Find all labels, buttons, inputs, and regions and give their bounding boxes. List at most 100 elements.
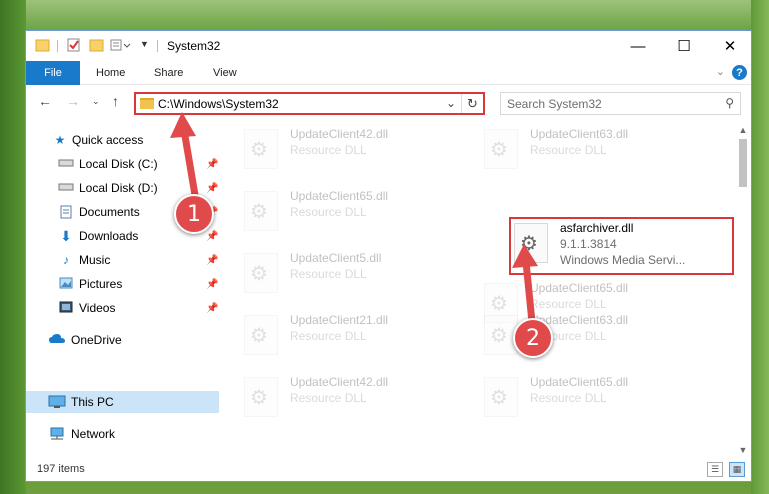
file-name: UpdateClient42.dll [290, 375, 389, 389]
dll-file-icon: ⚙ [244, 191, 278, 231]
pin-icon[interactable]: 📌 [206, 303, 218, 314]
navigation-pane: ★ Quick access Local Disk (C:) 📌 Local D… [26, 123, 219, 457]
file-item-asfarchiver[interactable]: ⚙ asfarchiver.dll 9.1.1.3814 Windows Med… [514, 221, 739, 277]
scroll-up-icon[interactable]: ▲ [735, 123, 751, 137]
file-item[interactable]: ⚙ UpdateClient21.dll Resource DLL [244, 313, 469, 369]
file-type: Resource DLL [290, 205, 367, 219]
file-item[interactable]: ⚙ UpdateClient65.dll Resource DLL [484, 375, 709, 431]
file-type: Resource DLL [290, 391, 367, 405]
file-type: Resource DLL [290, 267, 367, 281]
sidebar-item-music[interactable]: ♪ Music 📌 [26, 249, 219, 271]
file-version: 9.1.1.3814 [560, 237, 617, 251]
scroll-thumb[interactable] [739, 139, 747, 187]
separator [57, 40, 58, 52]
downloads-icon: ⬇ [60, 228, 72, 244]
help-button[interactable]: ? [732, 65, 747, 80]
pin-icon[interactable]: 📌 [206, 255, 218, 266]
file-item[interactable]: ⚙ UpdateClient65.dll Resource DLL [244, 189, 469, 245]
close-button[interactable]: ✕ [707, 31, 753, 61]
ribbon: File Home Share View ⌄ ? [26, 61, 751, 85]
sidebar-item-this-pc[interactable]: This PC [26, 391, 219, 413]
file-name: UpdateClient65.dll [530, 375, 629, 389]
sidebar-item-label: Local Disk (C:) [79, 157, 158, 171]
sidebar-item-network[interactable]: Network [26, 423, 219, 445]
sidebar-item-label: Downloads [79, 229, 139, 243]
navigation-bar: ← → ⌄ ↑ C:\Windows\System32 ⌄ ↻ Search S… [26, 87, 751, 119]
address-path[interactable]: C:\Windows\System32 [158, 97, 279, 111]
sidebar-item-quick-access[interactable]: ★ Quick access [26, 129, 219, 151]
tab-view[interactable]: View [213, 67, 237, 79]
pin-icon[interactable]: 📌 [206, 279, 218, 290]
sidebar-item-label: This PC [71, 395, 114, 409]
status-bar: 197 items ☰ ▦ [26, 459, 751, 481]
sidebar-item-label: Documents [79, 205, 140, 219]
documents-icon [58, 205, 74, 219]
videos-icon [58, 301, 74, 315]
file-item[interactable]: ⚙ UpdateClient5.dll Resource DLL [244, 251, 469, 307]
separator [157, 40, 158, 52]
close-icon: ✕ [723, 38, 737, 55]
search-box[interactable]: Search System32 ⚲ [500, 92, 741, 115]
pin-icon[interactable]: 📌 [206, 159, 218, 170]
sidebar-item-pictures[interactable]: Pictures 📌 [26, 273, 219, 295]
file-type: Resource DLL [530, 297, 607, 311]
tab-share[interactable]: Share [154, 67, 183, 79]
desktop-background-top [0, 0, 769, 30]
folder-icon [35, 38, 51, 52]
desktop-background-left [0, 0, 26, 494]
sidebar-item-label: Music [79, 253, 111, 267]
file-item[interactable]: ⚙ UpdateClient63.dll Resource DLL [484, 127, 709, 183]
sidebar-item-videos[interactable]: Videos 📌 [26, 297, 219, 319]
sidebar-item-label: Network [71, 427, 116, 441]
sidebar-item-local-disk-c[interactable]: Local Disk (C:) 📌 [26, 153, 219, 175]
file-name: UpdateClient65.dll [530, 281, 629, 295]
details-view-icon[interactable]: ☰ [707, 462, 723, 477]
recent-locations-icon[interactable]: ⌄ [92, 96, 100, 107]
file-type: Resource DLL [290, 329, 367, 343]
chevron-down-icon[interactable]: ▼ [140, 39, 149, 49]
scroll-down-icon[interactable]: ▼ [735, 443, 751, 457]
item-count: 197 items [37, 463, 85, 475]
sidebar-item-onedrive[interactable]: OneDrive [26, 329, 219, 351]
search-placeholder[interactable]: Search System32 [507, 97, 602, 111]
address-bar[interactable]: C:\Windows\System32 ⌄ ↻ [134, 92, 485, 115]
pin-icon[interactable]: 📌 [206, 231, 218, 242]
drive-icon [58, 157, 74, 171]
pictures-icon [58, 277, 74, 291]
address-dropdown-icon[interactable]: ⌄ [446, 96, 456, 110]
back-arrow-icon[interactable]: ← [38, 93, 52, 109]
pin-icon[interactable]: 📌 [206, 183, 218, 194]
file-name: UpdateClient42.dll [290, 127, 389, 141]
music-icon: ♪ [63, 253, 69, 267]
expand-ribbon-icon[interactable]: ⌄ [716, 65, 725, 78]
forward-arrow-icon[interactable]: → [66, 93, 80, 109]
up-arrow-icon[interactable]: ↑ [112, 93, 119, 109]
file-name: asfarchiver.dll [560, 221, 634, 235]
star-icon: ★ [54, 133, 66, 147]
refresh-icon[interactable]: ↻ [461, 94, 483, 113]
dll-file-icon: ⚙ [244, 129, 278, 169]
vertical-scrollbar[interactable]: ▲ ▼ [735, 123, 751, 457]
file-name: UpdateClient63.dll [530, 127, 629, 141]
tab-file[interactable]: File [26, 61, 80, 85]
file-item[interactable]: ⚙ UpdateClient42.dll Resource DLL [244, 375, 469, 431]
new-folder-icon[interactable] [89, 38, 105, 52]
folder-icon [140, 98, 154, 109]
maximize-icon: ☐ [677, 38, 691, 55]
dll-file-icon: ⚙ [514, 223, 548, 263]
title-bar: ▼ System32 — ☐ ✕ [26, 31, 751, 61]
properties-icon[interactable] [66, 38, 82, 52]
search-icon[interactable]: ⚲ [725, 96, 734, 110]
minimize-button[interactable]: — [615, 31, 661, 61]
computer-icon [48, 395, 66, 409]
maximize-button[interactable]: ☐ [661, 31, 707, 61]
network-icon [48, 427, 64, 441]
customize-toolbar-icon[interactable] [110, 38, 131, 52]
file-item[interactable]: ⚙ UpdateClient42.dll Resource DLL [244, 127, 469, 183]
minimize-icon: — [630, 37, 646, 55]
tab-home[interactable]: Home [96, 67, 125, 79]
desktop-background-right [751, 0, 769, 494]
file-description: Windows Media Servi... [560, 253, 686, 267]
file-type: Resource DLL [530, 391, 607, 405]
large-icons-view-icon[interactable]: ▦ [729, 462, 745, 477]
